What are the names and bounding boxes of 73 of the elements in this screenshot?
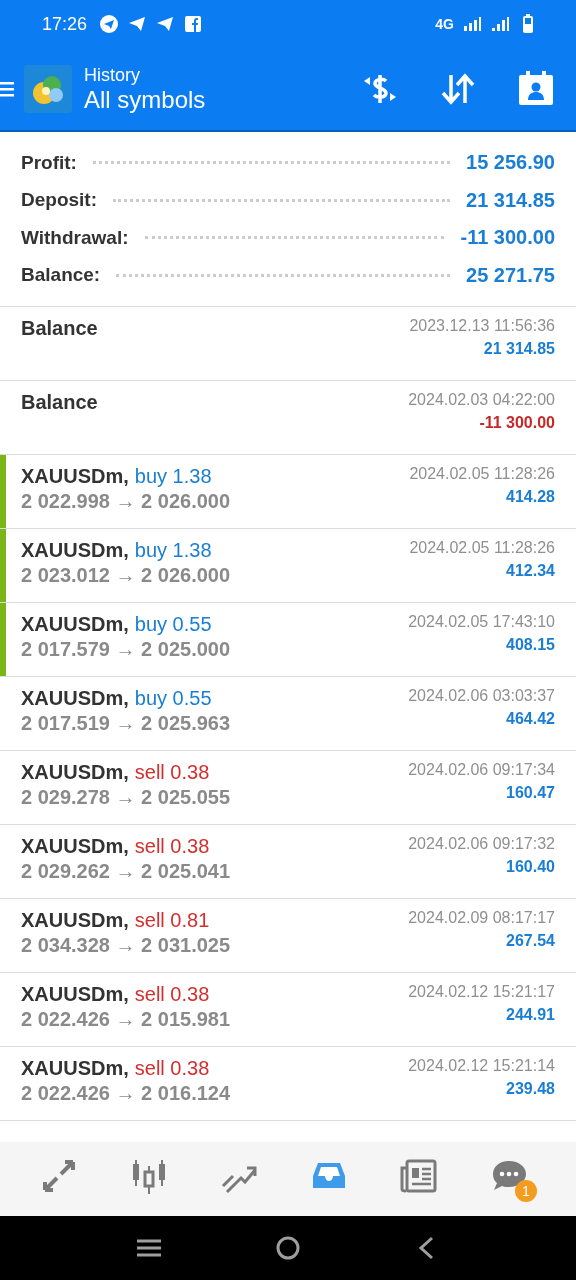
deal-prices: 2 022.426 → 2 016.124 xyxy=(21,1082,231,1105)
summary-label: Balance: xyxy=(21,264,101,287)
deal-symbol: XAUUSDm, xyxy=(21,687,129,710)
operation-amount: 21 314.85 xyxy=(483,340,555,358)
operation-title: Balance xyxy=(21,391,98,414)
deal-order: buy 0.55 xyxy=(134,687,212,710)
deal-prices: 2 022.426 → 2 015.981 xyxy=(21,1008,231,1031)
chat-tab[interactable]: 1 xyxy=(489,1156,537,1202)
deal-prices: 2 017.519 → 2 025.963 xyxy=(21,712,231,735)
deal-order: buy 0.55 xyxy=(134,613,212,636)
deal-symbol: XAUUSDm, xyxy=(21,465,129,488)
battery-icon xyxy=(522,14,534,34)
deal-profit: 414.28 xyxy=(506,488,555,506)
status-time: 17:26 xyxy=(42,13,88,35)
deal-order: sell 0.81 xyxy=(134,909,210,932)
summary-label: Profit: xyxy=(21,151,77,174)
summary-value: 25 271.75 xyxy=(466,263,555,287)
deal-symbol: XAUUSDm, xyxy=(21,909,129,932)
deal-time: 2024.02.09 08:17:17 xyxy=(408,909,555,927)
summary-value: 15 256.90 xyxy=(466,151,555,175)
screen-title: All symbols xyxy=(84,85,207,114)
deal-profit: 239.48 xyxy=(506,1080,555,1098)
deal-profit: 244.91 xyxy=(506,1006,555,1024)
signal-icon xyxy=(462,16,482,32)
summary-label: Deposit: xyxy=(21,189,97,212)
deal-symbol: XAUUSDm, xyxy=(21,1057,129,1080)
deal-time: 2024.02.12 15:21:14 xyxy=(408,1057,555,1075)
network-type: 4G xyxy=(435,16,454,32)
deal-time: 2024.02.06 03:03:37 xyxy=(408,687,555,705)
deal-time: 2024.02.12 15:21:17 xyxy=(408,983,555,1001)
deal-order: buy 1.38 xyxy=(134,539,212,562)
summary-value: 21 314.85 xyxy=(466,188,555,212)
unread-badge: 1 xyxy=(515,1180,537,1202)
facebook-icon xyxy=(183,14,204,34)
deal-order: sell 0.38 xyxy=(134,835,210,858)
operation-time: 2023.12.13 11:56:36 xyxy=(409,317,555,335)
deal-time: 2024.02.06 09:17:32 xyxy=(408,835,555,853)
deal-order: sell 0.38 xyxy=(134,983,210,1006)
app-logo-icon xyxy=(24,65,72,113)
deal-order: sell 0.38 xyxy=(134,1057,210,1080)
deal-profit: 160.47 xyxy=(506,784,555,802)
deal-symbol: XAUUSDm, xyxy=(21,613,129,636)
deal-symbol: XAUUSDm, xyxy=(21,835,129,858)
operation-time: 2024.02.03 04:22:00 xyxy=(408,391,555,409)
deal-order: buy 1.38 xyxy=(134,465,212,488)
deal-profit: 412.34 xyxy=(506,562,555,580)
deal-profit: 408.15 xyxy=(506,636,555,654)
deal-prices: 2 023.012 → 2 026.000 xyxy=(21,564,231,587)
deal-symbol: XAUUSDm, xyxy=(21,983,129,1006)
deal-symbol: XAUUSDm, xyxy=(21,539,129,562)
screen-subtitle: History xyxy=(84,64,141,86)
deal-profit: 464.42 xyxy=(506,710,555,728)
deal-time: 2024.02.05 11:28:26 xyxy=(409,539,555,557)
deal-prices: 2 029.262 → 2 025.041 xyxy=(21,860,231,883)
deal-profit: 160.40 xyxy=(506,858,555,876)
deal-symbol: XAUUSDm, xyxy=(21,761,129,784)
deal-time: 2024.02.06 09:17:34 xyxy=(408,761,555,779)
deal-time: 2024.02.05 17:43:10 xyxy=(408,613,555,631)
summary-value: -11 300.00 xyxy=(460,226,555,250)
deal-time: 2024.02.05 11:28:26 xyxy=(409,465,555,483)
summary-label: Withdrawal: xyxy=(21,226,129,249)
deal-prices: 2 017.579 → 2 025.000 xyxy=(21,638,231,661)
home-icon[interactable] xyxy=(275,1235,301,1261)
operation-title: Balance xyxy=(21,317,98,340)
deal-prices: 2 022.998 → 2 026.000 xyxy=(21,490,231,513)
deal-prices: 2 034.328 → 2 031.025 xyxy=(21,934,231,957)
app-notification-icon xyxy=(99,14,120,34)
operation-amount: -11 300.00 xyxy=(479,414,555,432)
menu-icon[interactable] xyxy=(0,79,14,99)
deal-profit: 267.54 xyxy=(506,932,555,950)
deal-order: sell 0.38 xyxy=(134,761,210,784)
signal-icon xyxy=(490,16,510,32)
deal-prices: 2 029.278 → 2 025.055 xyxy=(21,786,231,809)
